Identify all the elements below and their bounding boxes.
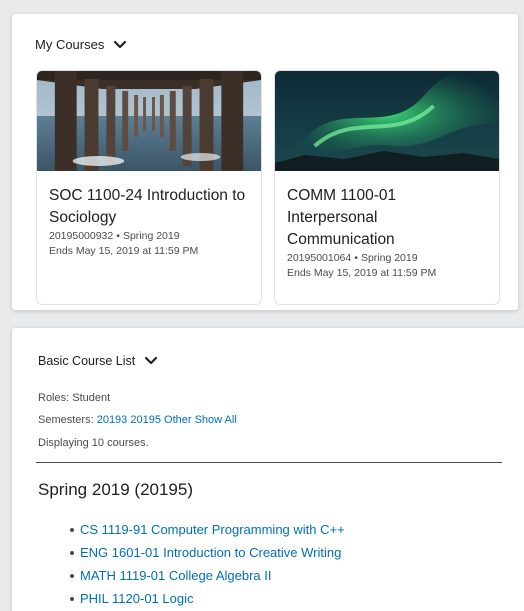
course-semester: Spring 2019 [122,230,180,242]
course-list: CS 1119-91 Computer Programming with C++… [70,518,345,610]
course-card-title[interactable]: SOC 1100-24 Introduction to Sociology [49,185,249,229]
basic-course-list-header[interactable]: Basic Course List [38,354,158,368]
course-card-meta: 20195001064 • Spring 2019 [287,251,487,266]
course-link-cs1119[interactable]: CS 1119-91 Computer Programming with C++ [70,518,345,541]
separator-dot: • [116,230,120,242]
semesters-line: Semesters: 20193 20195 Other Show All [38,414,237,426]
roles-value: Student [72,392,111,404]
course-code: 20195001064 [287,252,352,264]
my-courses-header[interactable]: My Courses [35,37,127,52]
course-code: 20195000932 [49,230,114,242]
course-end-date: Ends May 15, 2019 at 11:59 PM [49,245,199,257]
basic-course-list-widget: Basic Course List Roles: Student Semeste… [12,328,524,611]
separator-dot: • [354,252,358,264]
course-card-title[interactable]: COMM 1100-01 Interpersonal Communication [287,185,487,251]
my-courses-widget: My Courses SOC 1100-24 Introduction to S… [12,14,518,310]
course-link-phil1120[interactable]: PHIL 1120-01 Logic [70,587,345,610]
basic-course-list-title: Basic Course List [38,354,136,368]
course-card-soc[interactable]: SOC 1100-24 Introduction to Sociology 20… [36,70,262,305]
my-courses-title: My Courses [35,37,105,52]
semester-link-20193[interactable]: 20193 [97,414,128,426]
semester-link-20195[interactable]: 20195 [130,414,161,426]
chevron-down-icon[interactable] [113,40,127,50]
roles-label: Roles: [38,392,70,404]
course-end-date: Ends May 15, 2019 at 11:59 PM [287,267,437,279]
semester-link-show-all[interactable]: Show All [195,414,237,426]
chevron-down-icon[interactable] [144,356,158,366]
course-card-meta: 20195000932 • Spring 2019 [49,229,249,244]
pier-photo[interactable] [37,71,261,171]
course-semester: Spring 2019 [360,252,418,264]
divider [36,462,502,463]
course-link-eng1601[interactable]: ENG 1601-01 Introduction to Creative Wri… [70,541,345,564]
semester-section-title: Spring 2019 (20195) [38,480,194,499]
roles-line: Roles: Student [38,392,110,404]
semesters-label: Semesters: [38,414,94,426]
course-link-math1119[interactable]: MATH 1119-01 College Algebra II [70,564,345,587]
course-count-text: Displaying 10 courses. [38,437,149,449]
course-card-comm[interactable]: COMM 1100-01 Interpersonal Communication… [274,70,500,305]
aurora-photo[interactable] [275,71,499,171]
semester-link-other[interactable]: Other [164,414,192,426]
